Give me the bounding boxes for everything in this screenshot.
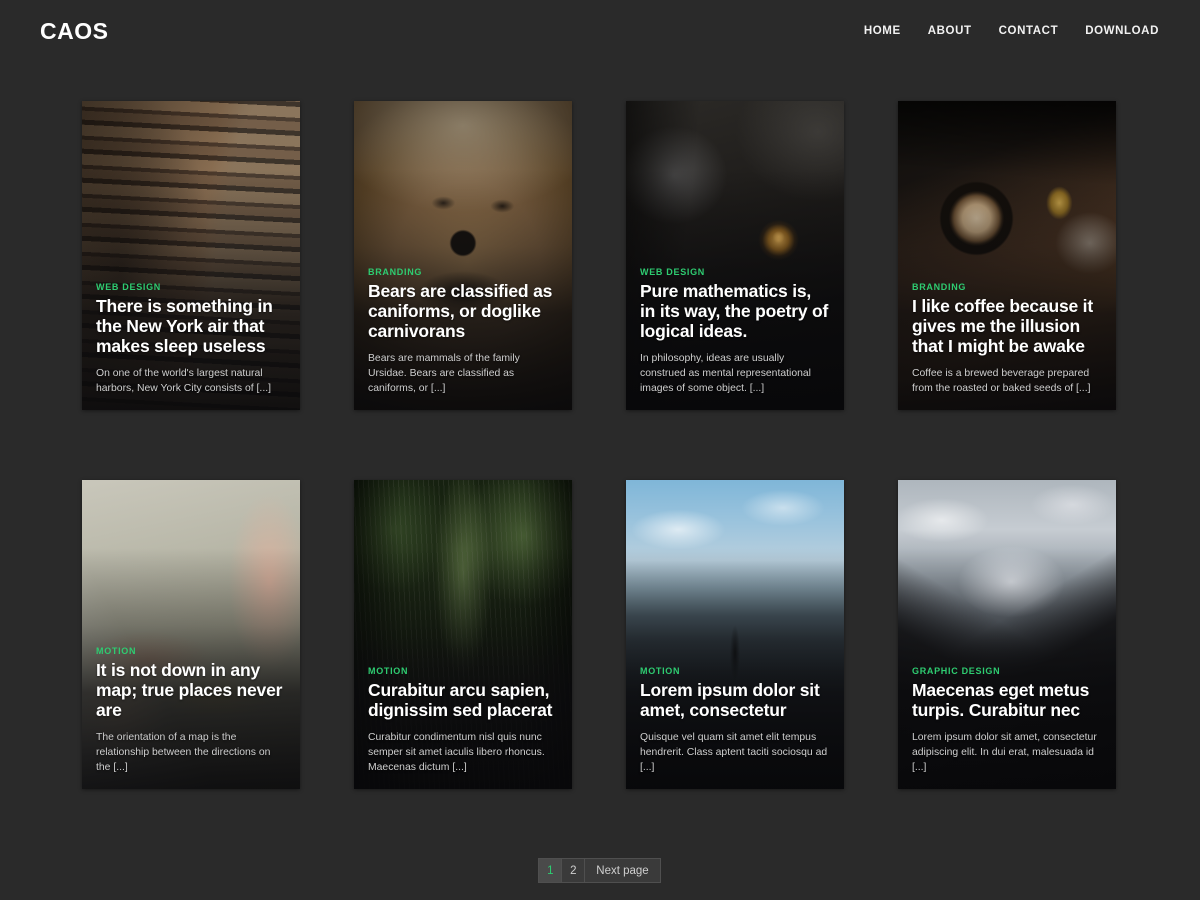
- post-category[interactable]: GRAPHIC DESIGN: [912, 666, 1102, 676]
- nav-item-contact[interactable]: CONTACT: [999, 25, 1059, 37]
- post-content: MOTION It is not down in any map; true p…: [82, 646, 300, 789]
- post-card[interactable]: WEB DESIGN There is something in the New…: [82, 101, 300, 410]
- post-card[interactable]: MOTION Lorem ipsum dolor sit amet, conse…: [626, 480, 844, 789]
- post-excerpt: Bears are mammals of the family Ursidae.…: [368, 351, 558, 396]
- post-content: WEB DESIGN There is something in the New…: [82, 282, 300, 410]
- site-logo[interactable]: CAOS: [40, 18, 108, 45]
- post-card[interactable]: BRANDING I like coffee because it gives …: [898, 101, 1116, 410]
- post-category[interactable]: MOTION: [640, 666, 830, 676]
- post-title[interactable]: Bears are classified as caniforms, or do…: [368, 282, 558, 342]
- post-card[interactable]: MOTION Curabitur arcu sapien, dignissim …: [354, 480, 572, 789]
- post-title[interactable]: Pure mathematics is, in its way, the poe…: [640, 282, 830, 342]
- post-title[interactable]: There is something in the New York air t…: [96, 297, 286, 357]
- post-category[interactable]: MOTION: [96, 646, 286, 656]
- post-title[interactable]: Lorem ipsum dolor sit amet, consectetur: [640, 681, 830, 721]
- nav-item-home[interactable]: HOME: [864, 25, 901, 37]
- post-content: MOTION Curabitur arcu sapien, dignissim …: [354, 666, 572, 789]
- post-title[interactable]: I like coffee because it gives me the il…: [912, 297, 1102, 357]
- post-excerpt: Lorem ipsum dolor sit amet, consectetur …: [912, 730, 1102, 775]
- pagination-page-2[interactable]: 2: [561, 858, 585, 883]
- site-header: CAOS HOME ABOUT CONTACT DOWNLOAD: [0, 0, 1200, 62]
- post-category[interactable]: BRANDING: [368, 267, 558, 277]
- post-excerpt: Quisque vel quam sit amet elit tempus he…: [640, 730, 830, 775]
- main-navigation: HOME ABOUT CONTACT DOWNLOAD: [864, 25, 1160, 37]
- post-card[interactable]: MOTION It is not down in any map; true p…: [82, 480, 300, 789]
- post-content: MOTION Lorem ipsum dolor sit amet, conse…: [626, 666, 844, 789]
- post-card[interactable]: BRANDING Bears are classified as canifor…: [354, 101, 572, 410]
- post-title[interactable]: It is not down in any map; true places n…: [96, 661, 286, 721]
- post-content: BRANDING Bears are classified as canifor…: [354, 267, 572, 410]
- post-category[interactable]: WEB DESIGN: [96, 282, 286, 292]
- pagination-page-1[interactable]: 1: [538, 858, 562, 883]
- post-excerpt: On one of the world's largest natural ha…: [96, 366, 286, 396]
- nav-item-download[interactable]: DOWNLOAD: [1085, 25, 1159, 37]
- post-content: GRAPHIC DESIGN Maecenas eget metus turpi…: [898, 666, 1116, 789]
- post-excerpt: Coffee is a brewed beverage prepared fro…: [912, 366, 1102, 396]
- pagination: 1 2 Next page: [0, 858, 1200, 883]
- post-title[interactable]: Maecenas eget metus turpis. Curabitur ne…: [912, 681, 1102, 721]
- post-card[interactable]: GRAPHIC DESIGN Maecenas eget metus turpi…: [898, 480, 1116, 789]
- post-grid: WEB DESIGN There is something in the New…: [82, 101, 1118, 789]
- post-category[interactable]: WEB DESIGN: [640, 267, 830, 277]
- pagination-next-page[interactable]: Next page: [584, 858, 660, 883]
- post-content: WEB DESIGN Pure mathematics is, in its w…: [626, 267, 844, 410]
- post-content: BRANDING I like coffee because it gives …: [898, 282, 1116, 410]
- post-category[interactable]: BRANDING: [912, 282, 1102, 292]
- post-excerpt: Curabitur condimentum nisl quis nunc sem…: [368, 730, 558, 775]
- post-card[interactable]: WEB DESIGN Pure mathematics is, in its w…: [626, 101, 844, 410]
- post-title[interactable]: Curabitur arcu sapien, dignissim sed pla…: [368, 681, 558, 721]
- post-category[interactable]: MOTION: [368, 666, 558, 676]
- post-excerpt: The orientation of a map is the relation…: [96, 730, 286, 775]
- nav-item-about[interactable]: ABOUT: [928, 25, 972, 37]
- post-excerpt: In philosophy, ideas are usually constru…: [640, 351, 830, 396]
